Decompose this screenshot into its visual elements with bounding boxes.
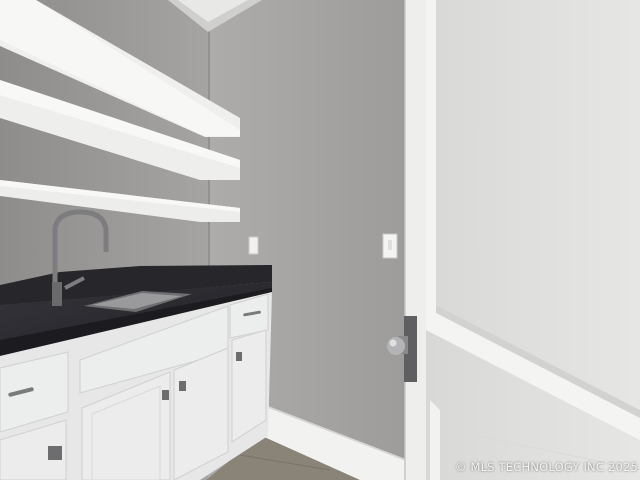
wall-outlet bbox=[248, 236, 259, 255]
photo-watermark: © MLS TECHNOLOGY INC 2025 bbox=[454, 460, 638, 474]
room-photo bbox=[0, 0, 640, 480]
